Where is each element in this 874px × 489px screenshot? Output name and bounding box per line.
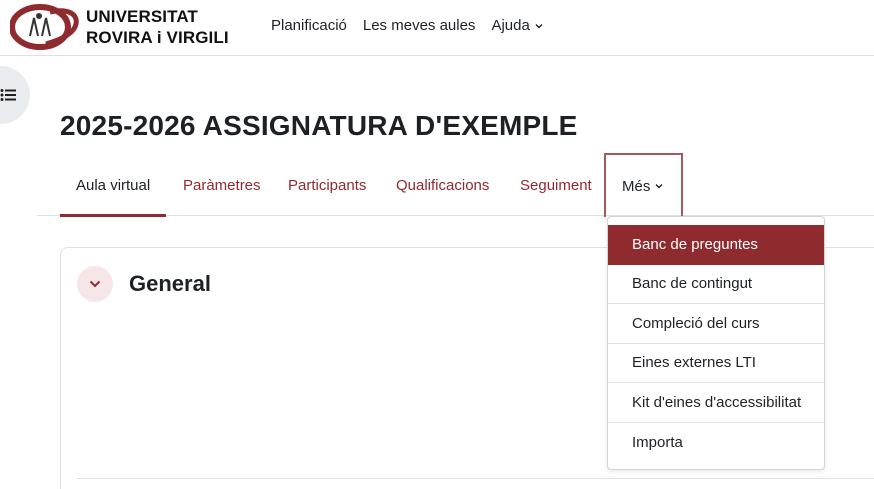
section-title: General (129, 271, 211, 296)
nav-link-planificacio[interactable]: Planificació (271, 17, 347, 34)
menu-item-label: Eines externes LTI (632, 354, 756, 372)
tab-label: Participants (288, 176, 367, 194)
primary-nav: Planificació Les meves aules Ajuda (271, 17, 560, 34)
nav-link-label: Les meves aules (362, 17, 476, 34)
tab-qualificacions[interactable]: Qualificacions (396, 154, 489, 216)
more-dropdown-menu: Banc de preguntes Banc de contingut Comp… (607, 216, 825, 470)
nav-link-label: Ajuda (491, 17, 530, 34)
brand-line-2: ROVIRA i VIRGILI (86, 28, 229, 47)
tab-aula-virtual[interactable]: Aula virtual (60, 154, 167, 217)
chevron-down-icon (535, 23, 543, 28)
secondary-nav: Aula virtual Paràmetres Participants Qua… (37, 153, 874, 217)
page-title: 2025-2026 ASSIGNATURA D'EXEMPLE (60, 110, 578, 141)
tab-parametres[interactable]: Paràmetres (183, 154, 261, 216)
section-collapse-button[interactable] (77, 266, 113, 302)
menu-item-eines-externes-lti[interactable]: Eines externes LTI (608, 344, 824, 383)
menu-item-banc-de-preguntes[interactable]: Banc de preguntes (608, 225, 824, 265)
nav-link-les-meves-aules[interactable]: Les meves aules (363, 17, 476, 34)
menu-item-importa[interactable]: Importa (608, 423, 824, 463)
menu-item-complecio-del-curs[interactable]: Compleció del curs (608, 304, 824, 344)
tab-label: Més (622, 177, 651, 195)
section-divider (77, 478, 874, 479)
brand-line-1: UNIVERSITAT (86, 7, 198, 26)
tab-seguiment[interactable]: Seguiment (520, 154, 592, 216)
menu-item-kit-accessibilitat[interactable]: Kit d'eines d'accessibilitat (608, 383, 824, 423)
urv-seal-icon[interactable] (9, 4, 82, 50)
menu-item-label: Compleció del curs (632, 314, 760, 332)
menu-item-label: Kit d'eines d'accessibilitat (632, 393, 802, 411)
menu-item-label: Importa (632, 433, 683, 451)
menu-item-label: Banc de preguntes (632, 235, 758, 253)
active-tab-indicator (60, 214, 167, 217)
tab-label: Paràmetres (183, 176, 261, 194)
menu-item-banc-de-contingut[interactable]: Banc de contingut (608, 265, 824, 304)
tab-label: Seguiment (520, 176, 592, 194)
tab-participants[interactable]: Participants (288, 154, 366, 216)
tab-label: Qualificacions (396, 176, 490, 194)
chevron-down-icon (655, 184, 663, 189)
course-index-toggle[interactable] (0, 66, 30, 124)
top-navbar: UNIVERSITAT ROVIRA i VIRGILI Planificaci… (0, 0, 874, 56)
chevron-down-icon (89, 280, 101, 288)
nav-link-label: Planificació (271, 17, 347, 34)
tab-mes[interactable]: Més (604, 153, 683, 217)
brand-name[interactable]: UNIVERSITAT ROVIRA i VIRGILI (86, 6, 229, 48)
menu-item-label: Banc de contingut (632, 275, 753, 293)
nav-link-ajuda[interactable]: Ajuda (491, 17, 543, 34)
list-icon (0, 89, 16, 101)
tab-label: Aula virtual (76, 176, 151, 194)
